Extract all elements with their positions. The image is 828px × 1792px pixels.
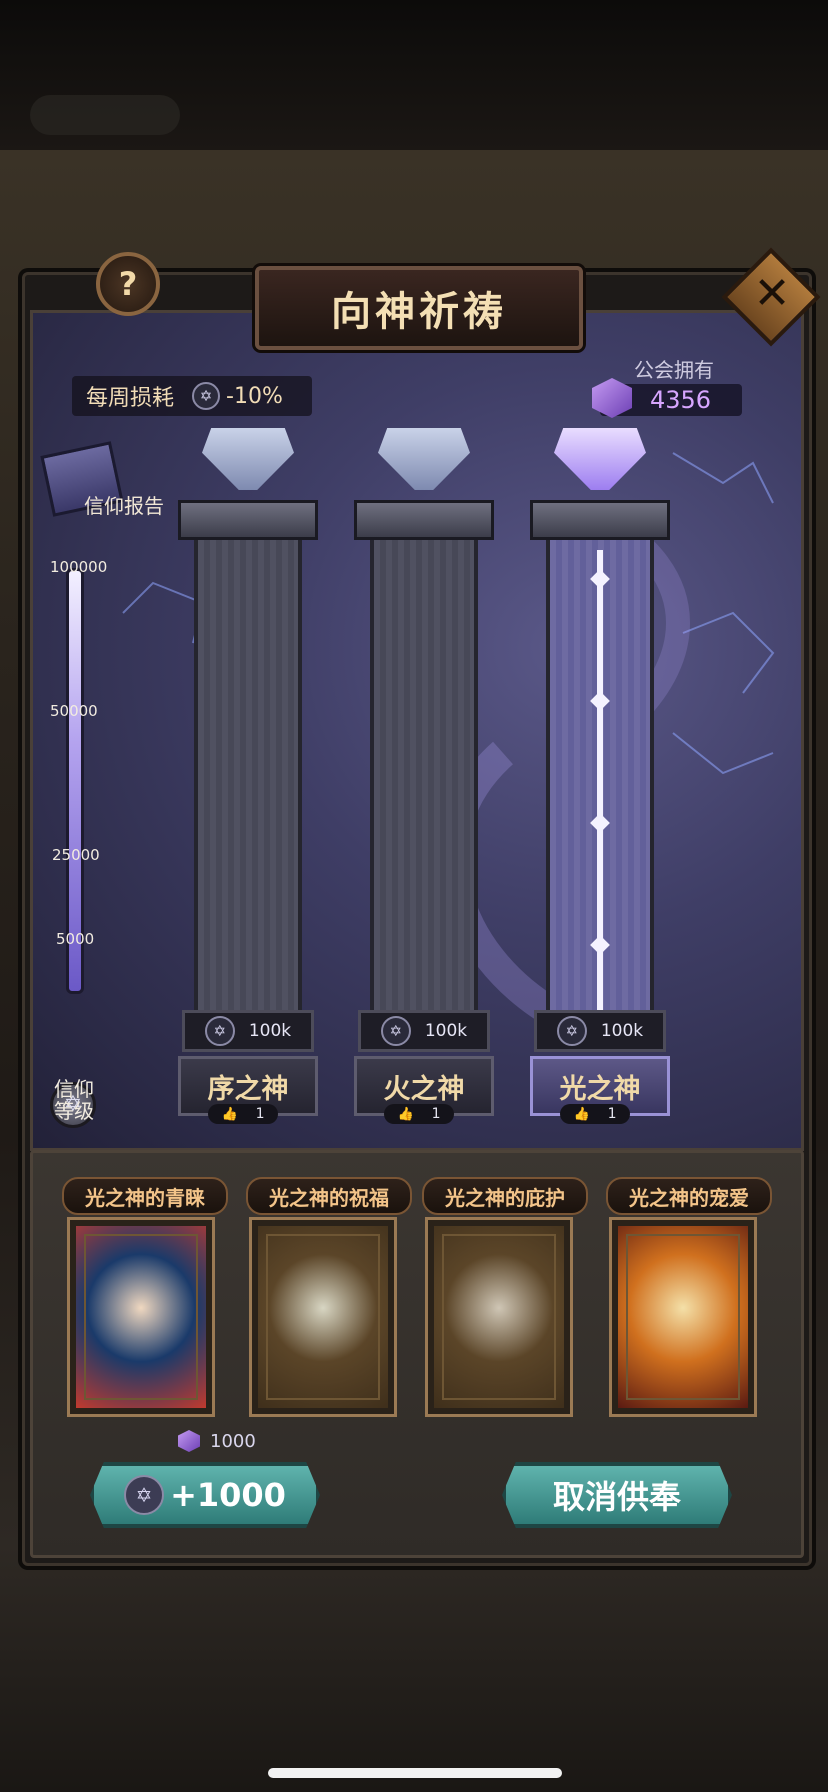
- offer-button[interactable]: ✡ +1000: [90, 1462, 320, 1528]
- weekly-loss-label: 每周损耗: [86, 386, 175, 411]
- sand-pile-icon: [266, 1234, 380, 1400]
- question-icon: ?: [118, 265, 138, 303]
- weekly-loss-value: -10%: [226, 383, 283, 409]
- pillar-shaft: [194, 540, 302, 1010]
- pillar-order[interactable]: ✡ 100k 序之神 👍 1: [178, 428, 318, 1130]
- pillar-like-count: 👍 1: [208, 1104, 278, 1124]
- pillar-like-count: 👍 1: [560, 1104, 630, 1124]
- pillar-shaft: [370, 540, 478, 1010]
- pillar-name: 光之神: [559, 1073, 641, 1105]
- thumbs-up-icon: 👍: [221, 1106, 238, 1122]
- scale-tick: 5000: [56, 930, 95, 948]
- scale-tick: 100000: [50, 558, 108, 576]
- pillar-capacity-value: 100k: [424, 1021, 468, 1041]
- pillar-capacity: ✡ 100k: [182, 1010, 314, 1052]
- weekly-loss-badge: 每周损耗 ✡ -10%: [72, 376, 312, 416]
- offer-cost-value: 1000: [210, 1430, 256, 1452]
- page-title: 向神祈祷: [331, 289, 507, 335]
- faith-gem-icon: [178, 1430, 200, 1452]
- faith-coin-icon: ✡: [192, 382, 221, 410]
- home-indicator[interactable]: [268, 1768, 562, 1778]
- faith-level-label: 信仰等级: [54, 1077, 94, 1123]
- pillar-like-count: 👍 1: [384, 1104, 454, 1124]
- card-title: 光之神的青睐: [62, 1177, 228, 1215]
- pillar-count-value: 1: [431, 1106, 441, 1122]
- blessing-card-protection[interactable]: [425, 1217, 573, 1417]
- pillar-capital: [530, 500, 670, 540]
- faith-coin-icon: ✡: [204, 1016, 235, 1046]
- sword-art-icon: [84, 1234, 198, 1400]
- help-button[interactable]: ?: [96, 252, 160, 316]
- scale-tick: 25000: [52, 846, 100, 864]
- cancel-offering-button[interactable]: 取消供奉: [502, 1462, 732, 1528]
- faith-coin-icon: ✡: [380, 1016, 411, 1046]
- pillar-light[interactable]: ✡ 100k 光之神 👍 1: [530, 428, 670, 1130]
- pillar-capital: [354, 500, 494, 540]
- faith-coin-icon: ✡: [124, 1475, 165, 1515]
- close-icon[interactable]: ✕: [748, 270, 796, 318]
- offer-button-label: +1000: [170, 1476, 286, 1514]
- golden-antler-icon: [626, 1234, 740, 1400]
- thumbs-up-icon: 👍: [573, 1106, 590, 1122]
- guild-owned-value: 4356: [650, 386, 712, 414]
- scale-tick: 50000: [50, 702, 98, 720]
- card-title: 光之神的宠爱: [606, 1177, 772, 1215]
- cancel-offering-label: 取消供奉: [552, 1478, 681, 1516]
- blessing-card-favor[interactable]: [67, 1217, 215, 1417]
- pillar-capital: [178, 500, 318, 540]
- card-title: 光之神的祝福: [246, 1177, 412, 1215]
- blessing-card-blessing[interactable]: [249, 1217, 397, 1417]
- card-title: 光之神的庇护: [422, 1177, 588, 1215]
- pillar-count-value: 1: [607, 1106, 617, 1122]
- pillar-capacity-value: 100k: [600, 1021, 644, 1041]
- faith-coin-icon: ✡: [556, 1016, 587, 1046]
- blessing-card-grace[interactable]: [609, 1217, 757, 1417]
- pillar-name: 序之神: [207, 1073, 289, 1105]
- pillar-capacity-value: 100k: [248, 1021, 292, 1041]
- pillar-name: 火之神: [383, 1073, 465, 1105]
- title-plate: 向神祈祷: [255, 266, 583, 350]
- guild-owned-label: 公会拥有: [634, 358, 714, 382]
- background-avatar-blur: [30, 95, 180, 135]
- pillar-count-value: 1: [255, 1106, 265, 1122]
- faith-report-label[interactable]: 信仰报告: [84, 490, 164, 519]
- pillar-capacity: ✡ 100k: [358, 1010, 490, 1052]
- pillar-capacity: ✡ 100k: [534, 1010, 666, 1052]
- thumbs-up-icon: 👍: [397, 1106, 414, 1122]
- pillar-fire[interactable]: ✡ 100k 火之神 👍 1: [354, 428, 494, 1130]
- scroll-icon: [442, 1234, 556, 1400]
- offer-cost: 1000: [178, 1430, 256, 1452]
